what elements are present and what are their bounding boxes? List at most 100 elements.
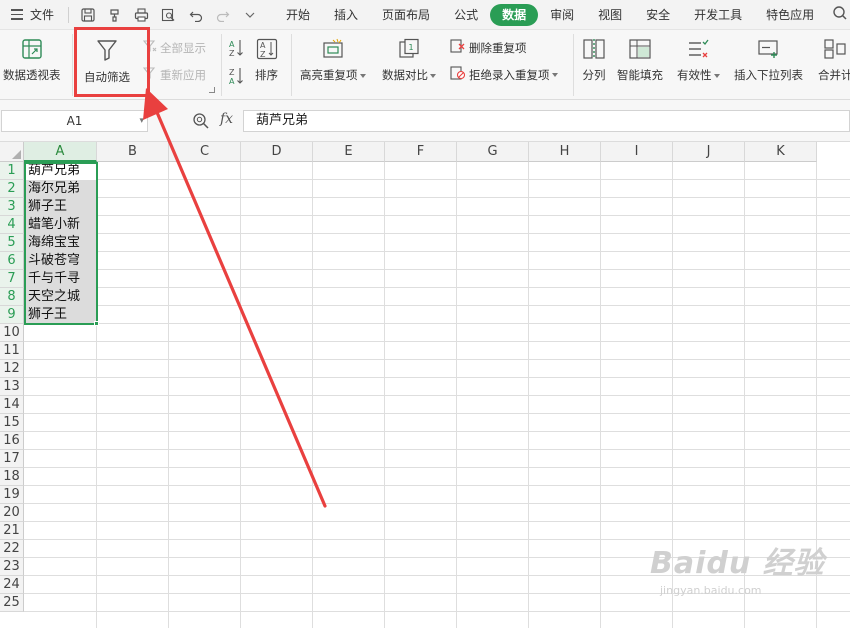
row-header-7[interactable]: 7: [0, 270, 24, 288]
name-box-value: A1: [66, 114, 83, 128]
formula-bar: A1 ▾ fx 葫芦兄弟: [0, 100, 850, 142]
column-header-i[interactable]: I: [601, 142, 673, 162]
column-header-a[interactable]: A: [24, 142, 97, 162]
row-header-17[interactable]: 17: [0, 450, 24, 468]
insert-function-button[interactable]: fx: [220, 111, 233, 127]
quick-access-toolbar: [64, 3, 262, 27]
remove-duplicates-button[interactable]: 删除重复项: [450, 39, 527, 56]
row-header-8[interactable]: 8: [0, 288, 24, 306]
cell-a9[interactable]: 狮子王: [25, 306, 96, 324]
row-header-23[interactable]: 23: [0, 558, 24, 576]
save-icon[interactable]: [75, 3, 100, 27]
column-header-d[interactable]: D: [241, 142, 313, 162]
row-header-20[interactable]: 20: [0, 504, 24, 522]
row-header-22[interactable]: 22: [0, 540, 24, 558]
svg-text:A: A: [260, 41, 266, 50]
row-header-11[interactable]: 11: [0, 342, 24, 360]
column-header-k[interactable]: K: [745, 142, 817, 162]
column-header-h[interactable]: H: [529, 142, 601, 162]
tab-home[interactable]: 开始: [274, 4, 322, 26]
customize-dropdown-icon[interactable]: [237, 3, 262, 27]
hamburger-icon[interactable]: [4, 0, 30, 30]
smart-fill-button[interactable]: 智能填充: [617, 38, 663, 83]
row-header-21[interactable]: 21: [0, 522, 24, 540]
column-header-e[interactable]: E: [313, 142, 385, 162]
tab-review[interactable]: 审阅: [538, 4, 586, 26]
reapply-button[interactable]: 重新应用: [142, 66, 206, 83]
cell-a5[interactable]: 海绵宝宝: [25, 234, 96, 252]
sort-descending-button[interactable]: ZA: [228, 67, 244, 88]
row-header-15[interactable]: 15: [0, 414, 24, 432]
column-header-c[interactable]: C: [169, 142, 241, 162]
row-header-19[interactable]: 19: [0, 486, 24, 504]
divider: [573, 34, 574, 96]
tab-developer[interactable]: 开发工具: [682, 4, 754, 26]
row-header-25[interactable]: 25: [0, 594, 24, 612]
cell-a3[interactable]: 狮子王: [25, 198, 96, 216]
cell-a4[interactable]: 蜡笔小新: [25, 216, 96, 234]
sort-button[interactable]: AZ 排序: [255, 38, 278, 83]
column-header-f[interactable]: F: [385, 142, 457, 162]
cell-a7[interactable]: 千与千寻: [25, 270, 96, 288]
reject-duplicates-button[interactable]: 拒绝录入重复项: [450, 66, 558, 83]
tab-data[interactable]: 数据: [490, 3, 539, 26]
column-header-j[interactable]: J: [673, 142, 745, 162]
cell-a1[interactable]: 葫芦兄弟: [25, 162, 96, 180]
gridline: [24, 431, 850, 432]
row-header-5[interactable]: 5: [0, 234, 24, 252]
file-menu[interactable]: 文件: [30, 6, 54, 23]
insert-dropdown-list-button[interactable]: 插入下拉列表: [734, 38, 803, 83]
cell-a8[interactable]: 天空之城: [25, 288, 96, 306]
redo-icon[interactable]: [210, 3, 235, 27]
cell-a6[interactable]: 斗破苍穹: [25, 252, 96, 270]
search-icon[interactable]: [832, 5, 850, 25]
chevron-down-icon[interactable]: ▾: [139, 116, 144, 126]
tab-view[interactable]: 视图: [586, 4, 634, 26]
row-header-6[interactable]: 6: [0, 252, 24, 270]
tab-special[interactable]: 特色应用: [754, 4, 826, 26]
row-header-2[interactable]: 2: [0, 180, 24, 198]
tab-insert[interactable]: 插入: [322, 4, 370, 26]
print-icon[interactable]: [129, 3, 154, 27]
cell-a2[interactable]: 海尔兄弟: [25, 180, 96, 198]
column-header-g[interactable]: G: [457, 142, 529, 162]
row-header-24[interactable]: 24: [0, 576, 24, 594]
zoom-icon[interactable]: [192, 112, 210, 133]
tab-page-layout[interactable]: 页面布局: [370, 4, 442, 26]
row-header-9[interactable]: 9: [0, 306, 24, 324]
name-box[interactable]: A1 ▾: [1, 110, 148, 132]
print-preview-icon[interactable]: [156, 3, 181, 27]
tab-formulas[interactable]: 公式: [442, 4, 490, 26]
row-header-1[interactable]: 1: [0, 162, 24, 180]
undo-icon[interactable]: [183, 3, 208, 27]
gridline: [24, 269, 850, 270]
tab-security[interactable]: 安全: [634, 4, 682, 26]
sort-ascending-button[interactable]: AZ: [228, 39, 244, 60]
row-header-4[interactable]: 4: [0, 216, 24, 234]
row-header-13[interactable]: 13: [0, 378, 24, 396]
dialog-launcher-icon[interactable]: [209, 87, 215, 93]
highlight-duplicates-button[interactable]: 高亮重复项: [300, 38, 366, 83]
gridline: [24, 287, 850, 288]
gridline: [24, 305, 850, 306]
data-compare-button[interactable]: 1 数据对比: [382, 38, 436, 83]
row-header-16[interactable]: 16: [0, 432, 24, 450]
pivot-table-label: 数据透视表: [3, 68, 61, 82]
pivot-table-button[interactable]: 数据透视表: [3, 38, 61, 83]
gridline: [24, 521, 850, 522]
column-header-b[interactable]: B: [97, 142, 169, 162]
consolidate-button[interactable]: 合并计: [818, 38, 850, 83]
row-header-3[interactable]: 3: [0, 198, 24, 216]
format-painter-icon[interactable]: [102, 3, 127, 27]
row-header-12[interactable]: 12: [0, 360, 24, 378]
formula-input[interactable]: 葫芦兄弟: [243, 110, 850, 132]
fill-handle[interactable]: [94, 321, 99, 326]
select-all-corner[interactable]: [0, 142, 24, 162]
smart-fill-label: 智能填充: [617, 68, 663, 82]
row-header-10[interactable]: 10: [0, 324, 24, 342]
validity-button[interactable]: 有效性: [677, 38, 720, 83]
text-to-columns-button[interactable]: 分列: [582, 38, 606, 83]
show-all-button[interactable]: 全部显示: [142, 39, 206, 56]
row-header-18[interactable]: 18: [0, 468, 24, 486]
row-header-14[interactable]: 14: [0, 396, 24, 414]
